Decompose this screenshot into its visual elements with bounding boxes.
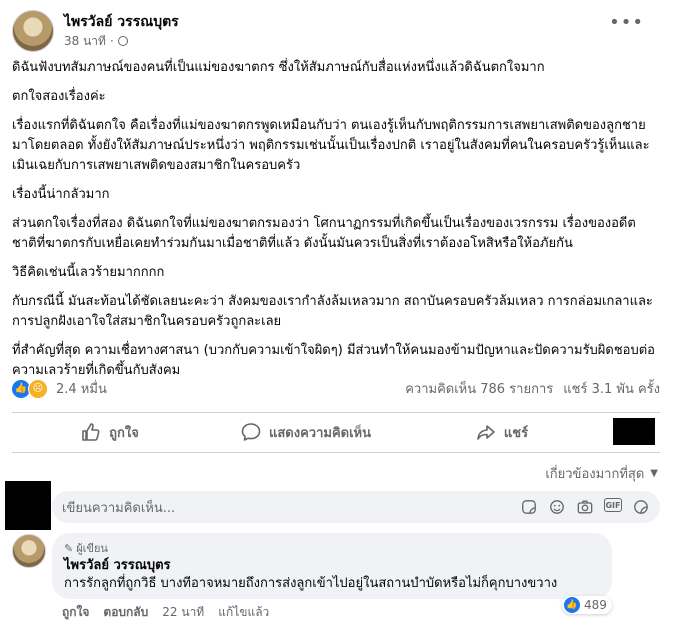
author-avatar[interactable] xyxy=(12,10,54,52)
comment-text: การรักลูกที่ถูกวิธี บางทีอาจหมายถึงการส่… xyxy=(64,576,558,591)
badge-label: ผู้เขียน xyxy=(76,542,108,555)
comment-bubble-icon xyxy=(241,423,261,441)
comment-button[interactable]: แสดงความคิดเห็น xyxy=(208,422,404,443)
like-button[interactable]: ถูกใจ xyxy=(12,422,208,443)
post-paragraph: กับกรณีนี้ มันสะท้อนได้ชัดเลยนะคะว่า สัง… xyxy=(12,294,653,329)
commenter-avatar[interactable] xyxy=(12,534,46,568)
globe-icon xyxy=(117,36,128,46)
emoji-icon[interactable] xyxy=(548,498,566,516)
post-paragraph: ตกใจสองเรื่องค่ะ xyxy=(12,89,106,104)
comment-edited: แก้ไขแล้ว xyxy=(218,605,270,619)
reaction-count: 2.4 หมื่น xyxy=(56,382,107,397)
post-paragraph: วิธีคิดเช่นนี้เลวร้ายมากกกก xyxy=(12,265,165,280)
sort-label: เกี่ยวข้องมากที่สุด xyxy=(545,467,645,482)
comment-sort[interactable]: เกี่ยวข้องมากที่สุด ▼ xyxy=(545,463,658,484)
chevron-down-icon: ▼ xyxy=(650,468,658,479)
comment-bubble: ✎ ผู้เขียน ไพรวัลย์ วรรณบุตร การรักลูกที… xyxy=(52,533,612,599)
comment-time[interactable]: 22 นาที xyxy=(162,603,204,622)
gif-icon[interactable]: GIF xyxy=(604,498,622,512)
share-arrow-icon xyxy=(477,425,495,440)
comment-count[interactable]: ความคิดเห็น 786 รายการ xyxy=(405,378,553,399)
camera-icon[interactable] xyxy=(576,498,594,516)
comment-label: แสดงความคิดเห็น xyxy=(268,425,371,441)
author-badge: ✎ ผู้เขียน xyxy=(64,539,600,557)
like-label: ถูกใจ xyxy=(109,425,139,441)
post-actions: ถูกใจ แสดงความคิดเห็น แชร์ xyxy=(12,414,660,450)
share-label: แชร์ xyxy=(503,425,529,441)
post-author[interactable]: ไพรวัลย์ วรรณบุตร xyxy=(64,13,179,31)
sticker-icon[interactable] xyxy=(520,498,538,516)
comment-input[interactable]: เขียนความคิดเห็น... GIF xyxy=(52,491,660,523)
post-body: ดิฉันฟังบทสัมภาษณ์ของคนที่เป็นแม่ของฆาตก… xyxy=(12,58,658,390)
post-time[interactable]: 38 นาที xyxy=(64,33,106,49)
thumbs-up-icon xyxy=(82,423,100,441)
comment-actions: ถูกใจ ตอบกลับ 22 นาที แก้ไขแล้ว xyxy=(62,603,269,622)
post-header: ไพรวัลย์ วรรณบุตร 38 นาที · xyxy=(12,10,179,52)
post-stats: 👍 ☹ 2.4 หมื่น ความคิดเห็น 786 รายการ แชร… xyxy=(12,378,660,399)
reaction-summary[interactable]: 👍 ☹ 2.4 หมื่น xyxy=(12,378,107,399)
comment-like-button[interactable]: ถูกใจ xyxy=(62,603,89,622)
comment-reply-button[interactable]: ตอบกลับ xyxy=(103,603,148,622)
post-paragraph: เรื่องนี้น่ากลัวมาก xyxy=(12,187,110,202)
share-button[interactable]: แชร์ xyxy=(404,422,600,443)
sticker-icon[interactable] xyxy=(632,498,650,516)
comment-reaction-count: 489 xyxy=(584,598,607,612)
comment-reactions[interactable]: 👍 489 xyxy=(562,596,612,614)
more-options-icon[interactable]: ••• xyxy=(609,12,644,33)
sad-reaction-icon: ☹ xyxy=(28,378,48,399)
post-paragraph: ดิฉันฟังบทสัมภาษณ์ของคนที่เป็นแม่ของฆาตก… xyxy=(12,60,545,75)
post-paragraph: เรื่องแรกที่ดิฉันตกใจ คือเรื่องที่แม่ของ… xyxy=(12,118,650,173)
post-paragraph: ที่สำคัญที่สุด ความเชื่อทางศาสนา (บวกกับ… xyxy=(12,343,655,378)
divider xyxy=(12,412,660,413)
comment-author[interactable]: ไพรวัลย์ วรรณบุตร xyxy=(64,557,600,575)
post-paragraph: ส่วนตกใจเรื่องที่สอง ดิฉันตกใจที่แม่ของฆ… xyxy=(12,216,636,251)
pen-icon: ✎ xyxy=(64,541,74,555)
share-count[interactable]: แชร์ 3.1 พัน ครั้ง xyxy=(563,378,660,399)
comment-input-placeholder: เขียนความคิดเห็น... xyxy=(62,500,176,516)
redacted-avatar xyxy=(5,481,51,530)
thumbs-up-icon: 👍 xyxy=(564,597,580,613)
divider xyxy=(12,452,660,453)
redacted-box xyxy=(613,418,655,445)
